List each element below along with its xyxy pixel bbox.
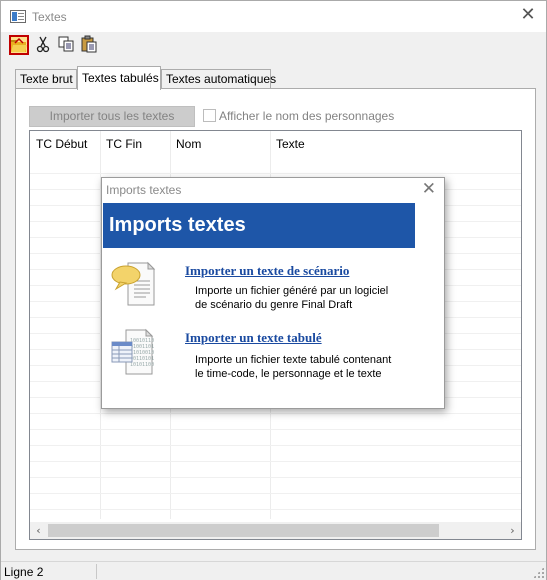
column-header-texte[interactable]: Texte [276,137,305,151]
column-header-nom[interactable]: Nom [176,137,201,151]
import-all-texts-button[interactable]: Importer tous les textes [29,106,195,127]
show-character-names-checkbox[interactable] [203,109,216,122]
dialog-banner: Imports textes [103,203,415,248]
import-tabbed-text-link[interactable]: Importer un texte tabulé [185,330,322,346]
copy-button[interactable] [57,35,77,55]
grid-row-divider [30,509,521,510]
paste-button[interactable] [80,35,100,55]
tab-textes-tabules[interactable]: Textes tabulés [77,66,161,90]
grid-row-divider [30,413,521,414]
app-window-icon [10,10,26,23]
cut-icon [36,36,50,53]
status-separator [96,564,97,579]
window-close-button[interactable]: ✕ [520,6,536,24]
grid-row-divider [30,493,521,494]
grid-row-divider [30,429,521,430]
copy-icon [58,36,74,52]
open-folder-icon [11,37,27,52]
horizontal-scrollbar[interactable]: ‹ › [30,522,521,539]
status-bar: Ligne 2 [1,561,546,580]
import-tabbed-desc-line2: le time-code, le personnage et le texte [195,368,382,380]
import-tabbed-desc-line1: Importe un fichier texte tabulé contenan… [195,354,392,366]
import-scenario-text-link[interactable]: Importer un texte de scénario [185,263,349,279]
scroll-left-arrow-icon[interactable]: ‹ [30,522,47,539]
cut-button[interactable] [34,35,54,55]
grid-row-divider [30,445,521,446]
dialog-close-button[interactable]: ✕ [422,179,436,199]
import-scenario-desc-line1: Importe un fichier généré par un logicie… [195,285,389,297]
column-header-tc-debut[interactable]: TC Début [36,137,87,151]
status-line-text: Ligne 2 [4,565,44,579]
window-title: Textes [32,10,67,24]
title-bar: Textes ✕ [1,1,546,32]
grid-row-divider [30,173,521,174]
import-tabbed-description: Importe un fichier texte tabulé contenan… [195,353,415,381]
grid-row-divider [30,477,521,478]
open-folder-button[interactable] [9,35,29,55]
column-header-tc-fin[interactable]: TC Fin [106,137,142,151]
resize-grip-icon[interactable] [533,567,544,578]
dialog-title: Imports textes [106,183,182,197]
speech-document-icon[interactable] [110,259,158,307]
scrollbar-thumb[interactable] [48,524,439,537]
tab-texte-brut[interactable]: Texte brut [15,69,77,89]
scroll-right-arrow-icon[interactable]: › [504,522,521,539]
svg-text:10101100: 10101100 [130,362,154,368]
import-scenario-desc-line2: de scénario du genre Final Draft [195,299,353,311]
grid-header: TC Début TC Fin Nom Texte [30,131,521,157]
paste-icon [81,35,97,53]
tab-textes-automatiques[interactable]: Textes automatiques [161,69,276,89]
import-scenario-description: Importe un fichier généré par un logicie… [195,284,415,312]
grid-row-divider [30,461,521,462]
imports-textes-dialog: Imports textes ✕ Imports textes Importer… [101,177,445,409]
show-character-names-label: Afficher le nom des personnages [219,109,395,123]
tabbed-data-document-icon[interactable]: 10010110 01001101 11010010 00110101 1010… [110,328,158,376]
